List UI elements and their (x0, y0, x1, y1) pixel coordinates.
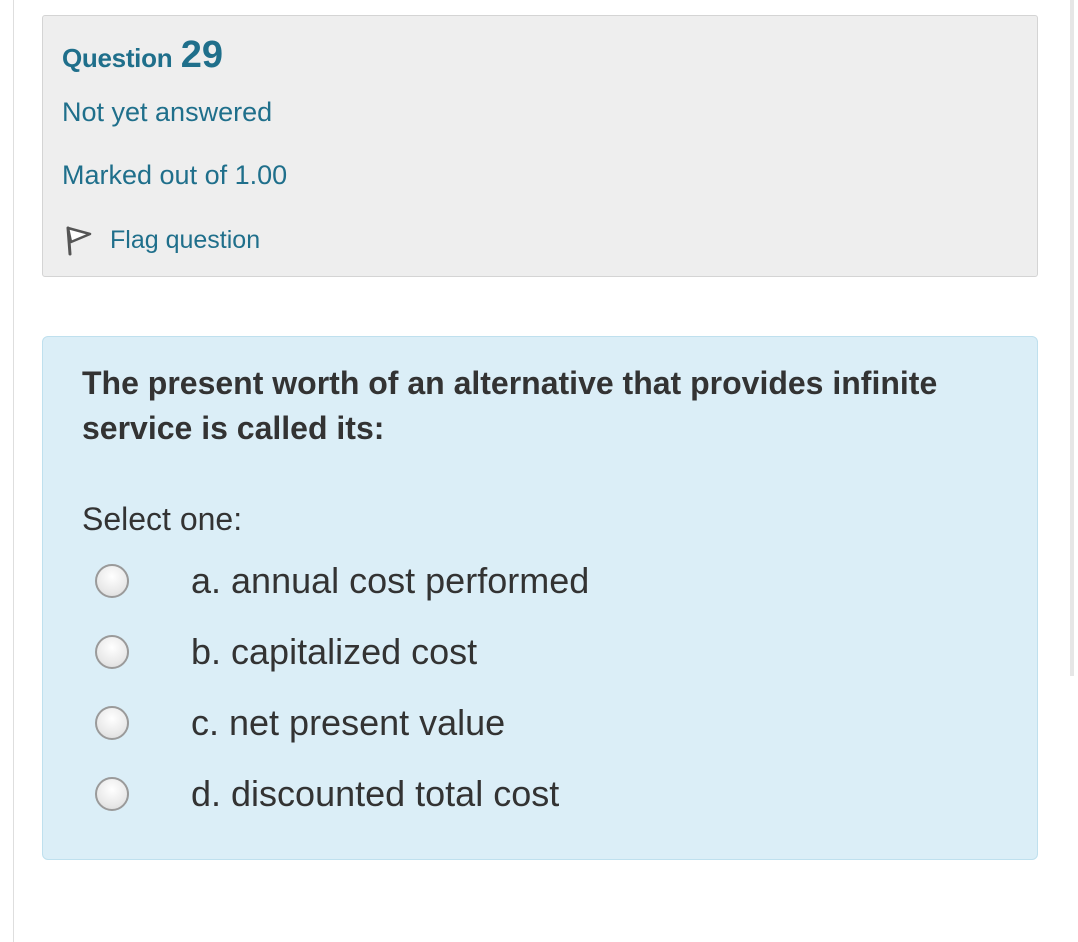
flag-question-label[interactable]: Flag question (110, 226, 260, 255)
flag-icon[interactable] (62, 220, 94, 260)
answer-option-d[interactable]: d. discounted total cost (95, 769, 795, 819)
radio-button-d[interactable] (95, 777, 129, 811)
question-state: Not yet answered (62, 97, 273, 127)
answer-option-a[interactable]: a. annual cost performed (95, 556, 795, 606)
question-number: 29 (180, 34, 224, 76)
answer-label-b[interactable]: b. capitalized cost (191, 631, 477, 673)
answer-label-a[interactable]: a. annual cost performed (191, 560, 589, 602)
flag-question-button[interactable]: Flag question (62, 220, 260, 260)
question-number-heading: Question 29 (62, 34, 223, 77)
answer-option-c[interactable]: c. net present value (95, 698, 795, 748)
radio-button-c[interactable] (95, 706, 129, 740)
question-grade: Marked out of 1.00 (62, 160, 288, 190)
radio-button-b[interactable] (95, 635, 129, 669)
answer-label-d[interactable]: d. discounted total cost (191, 773, 559, 815)
answer-option-b[interactable]: b. capitalized cost (95, 627, 795, 677)
scrollbar[interactable] (1070, 0, 1074, 676)
question-label: Question (62, 43, 173, 73)
question-text: The present worth of an alternative that… (82, 365, 938, 446)
question-formulation: The present worth of an alternative that… (42, 336, 1038, 860)
question-info-panel: Question 29 Not yet answered Marked out … (42, 15, 1038, 277)
quiz-page: Question 29 Not yet answered Marked out … (0, 0, 1078, 942)
page-left-border (13, 0, 14, 942)
answer-label-c[interactable]: c. net present value (191, 702, 505, 744)
select-one-prompt: Select one: (82, 501, 243, 537)
radio-button-a[interactable] (95, 564, 129, 598)
